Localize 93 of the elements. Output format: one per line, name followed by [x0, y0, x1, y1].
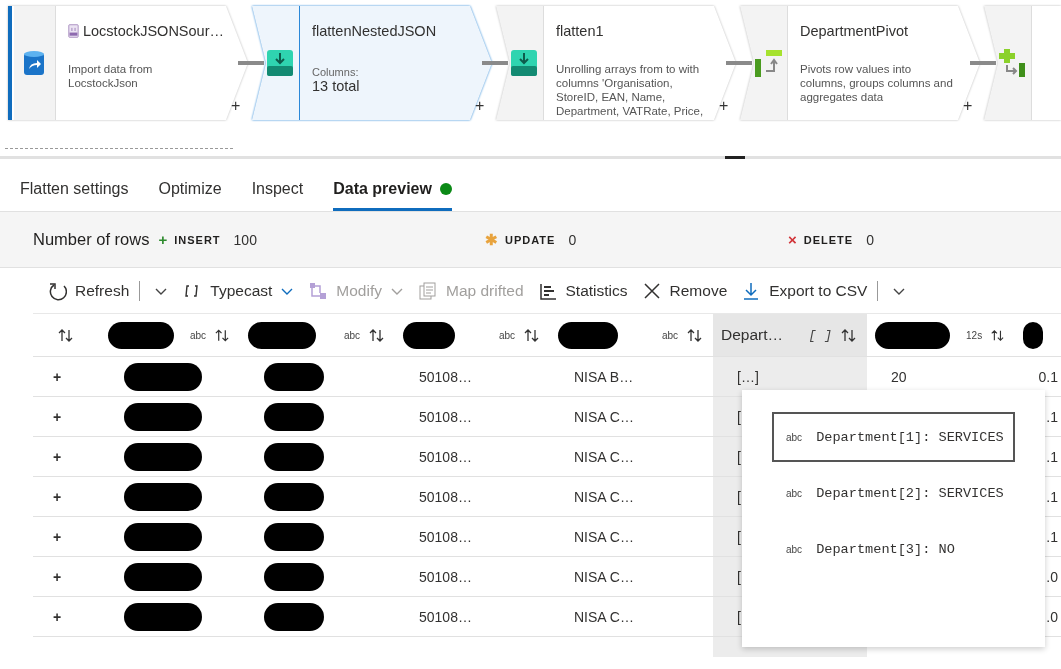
table-cell: 50108… [419, 608, 472, 625]
table-cell: .1 [1046, 408, 1058, 425]
column-header[interactable]: abc [550, 314, 713, 356]
table-cell: NISA C… [574, 488, 634, 505]
node-description: Import data from LocstockJson [68, 62, 154, 90]
count-label: UPDATE [505, 233, 556, 246]
column-name: Depart… [721, 326, 784, 344]
count-label: DELETE [803, 233, 854, 246]
table-cell: NISA C… [574, 528, 634, 545]
popup-item[interactable]: abc Department[2]: SERVICES [772, 468, 1015, 518]
database-icon [21, 49, 46, 77]
table-cell: 50108… [419, 528, 472, 545]
node-title: DepartmentPivot [800, 23, 908, 39]
column-type: abc [343, 329, 360, 341]
column-type: abc [661, 329, 678, 341]
count-value: 0 [568, 231, 577, 248]
unpivot-icon [997, 49, 1026, 77]
table-cell: .0 [1046, 568, 1058, 585]
rows-title: Number of rows [33, 230, 150, 249]
column-header[interactable]: abc [100, 314, 240, 356]
table-cell: 50108… [419, 488, 472, 505]
change-symbol: × [788, 231, 797, 248]
column-header[interactable]: abc [395, 314, 550, 356]
table-cell: 50108… [419, 408, 472, 425]
column-header[interactable]: Depart… [ ] [713, 314, 867, 356]
table-cell: […] [737, 368, 759, 385]
table-cell: 50108… [419, 368, 472, 385]
table-cell: NISA C… [574, 608, 634, 625]
columns-count: 13 total [312, 78, 361, 94]
node-title: LocstockJSONSour… [82, 23, 224, 39]
count-label: INSERT [174, 233, 221, 246]
toolbar-button[interactable]: Refresh [47, 280, 130, 301]
tab[interactable]: Flatten settings [20, 178, 129, 211]
add-step-button[interactable]: + [963, 98, 973, 114]
table-cell: NISA B… [574, 368, 634, 385]
value-type: abc [786, 487, 803, 499]
popup-item[interactable]: abc Department[3]: NO [772, 524, 1015, 574]
table-cell: 50108… [419, 448, 472, 465]
nodes-icon [308, 280, 329, 301]
table-cell: NISA C… [574, 568, 634, 585]
table-cell: 20 [891, 368, 907, 385]
add-step-button[interactable]: + [231, 98, 241, 114]
insert-mark: + [33, 517, 100, 557]
column-header[interactable]: 12s [867, 314, 1015, 356]
add-step-button[interactable]: + [475, 98, 485, 114]
columns-label: Columns: [312, 66, 360, 78]
column-header[interactable]: abc [240, 314, 395, 356]
toolbar-button[interactable]: Statistics [537, 280, 628, 301]
value-type: abc [786, 431, 803, 443]
toolbar-button[interactable]: Remove [641, 280, 728, 301]
value-text: Department[1]: SERVICES [816, 429, 1004, 445]
toolbar-button[interactable]: Export to CSV [741, 280, 868, 301]
popup-item[interactable]: abc Department[1]: SERVICES [772, 412, 1015, 462]
pivot-icon [753, 49, 782, 77]
table-cell: .1 [1046, 528, 1058, 545]
insert-mark: + [33, 477, 100, 517]
node-title: flatten1 [556, 23, 604, 39]
column-type: abc [189, 329, 206, 341]
insert-mark: + [33, 397, 100, 437]
count-value: 0 [866, 231, 874, 248]
table-cell: .1 [1046, 488, 1058, 505]
insert-mark: + [33, 357, 100, 397]
insert-mark: + [33, 557, 100, 597]
table-cell: .0 [1046, 608, 1058, 625]
insert-mark: + [33, 597, 100, 637]
table-cell: 50108… [419, 568, 472, 585]
value-type: abc [786, 543, 803, 555]
node-description: Unrolling arrays from to with columns 'Organisation, StoreID, EAN, Name, Department, VATRate, Price, [556, 62, 705, 118]
json-file-icon [68, 23, 79, 39]
node-description: Pivots row values into columns, groups columns and aggregates data [800, 62, 954, 104]
documents-icon [417, 280, 438, 301]
refresh-icon [47, 280, 67, 301]
count-value: 100 [233, 231, 257, 248]
insert-mark: + [33, 437, 100, 477]
tab[interactable]: Optimize [158, 178, 222, 211]
change-symbol: + [158, 231, 168, 248]
table-cell: NISA C… [574, 408, 634, 425]
value-text: Department[3]: NO [816, 541, 955, 557]
node-title: flattenNestedJSON [312, 23, 437, 39]
value-text: Department[2]: SERVICES [816, 485, 1004, 501]
download-box-icon [265, 49, 294, 77]
column-type: 12s [966, 329, 983, 341]
table-cell: 0.1 [1038, 368, 1058, 385]
column-type: abc [498, 329, 515, 341]
change-symbol: ✱ [485, 230, 498, 249]
column-type: [ ] [808, 327, 832, 343]
tab[interactable]: Inspect [251, 178, 304, 211]
close-icon [641, 280, 662, 301]
table-cell: NISA C… [574, 448, 634, 465]
toolbar-button[interactable]: Typecast [182, 280, 295, 301]
download-box-icon [509, 49, 538, 77]
add-step-button[interactable]: + [719, 98, 729, 114]
table-cell: .1 [1046, 448, 1058, 465]
